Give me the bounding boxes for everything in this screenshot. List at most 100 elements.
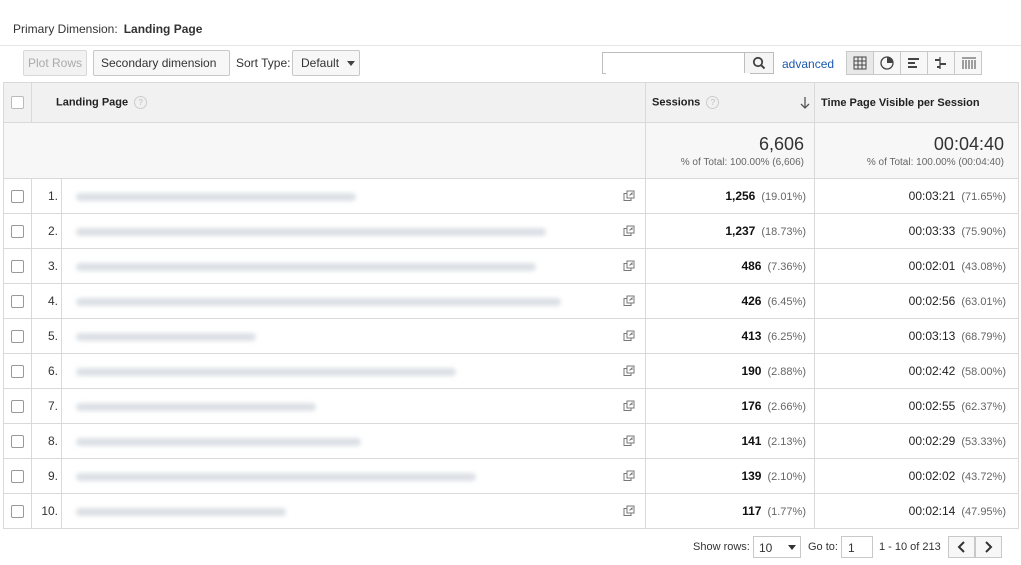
column-header-sessions[interactable]: Sessions?	[645, 82, 815, 123]
row-checkbox[interactable]	[11, 260, 24, 274]
row-checkbox[interactable]	[11, 470, 24, 484]
time-percent: (53.33%)	[961, 436, 1006, 448]
open-link-icon[interactable]	[623, 225, 635, 237]
view-switcher	[846, 51, 982, 75]
search-button[interactable]	[744, 53, 773, 73]
time-value: 00:03:33	[908, 224, 956, 238]
row-checkbox[interactable]	[11, 330, 24, 344]
open-link-icon[interactable]	[623, 295, 635, 307]
pivot-view-button[interactable]	[954, 51, 982, 75]
show-rows-select[interactable]: 10	[753, 536, 801, 558]
time-percent: (75.90%)	[961, 226, 1006, 238]
sessions-percent: (19.01%)	[761, 191, 806, 203]
open-link-icon[interactable]	[623, 190, 635, 202]
landing-page-cell	[61, 283, 646, 319]
landing-page-link[interactable]	[76, 262, 536, 271]
advanced-filter-link[interactable]: advanced	[782, 57, 834, 71]
total-time-value: 00:04:40	[933, 133, 1004, 154]
landing-page-cell	[61, 353, 646, 389]
time-cell: 00:03:33 (75.90%)	[814, 213, 1019, 249]
pivot-view-icon	[962, 57, 976, 69]
row-checkbox[interactable]	[11, 190, 24, 204]
sessions-percent: (6.25%)	[767, 331, 806, 343]
landing-page-cell	[61, 423, 646, 459]
time-cell: 00:02:56 (63.01%)	[814, 283, 1019, 319]
secondary-dimension-dropdown[interactable]: Secondary dimension	[93, 50, 230, 91]
table-row: 1. 1,256 (19.01%) 00:03:21 (71.65%)	[3, 178, 1019, 214]
sessions-cell: 413 (6.25%)	[645, 318, 815, 354]
sessions-percent: (18.73%)	[761, 226, 806, 238]
performance-view-button[interactable]	[900, 51, 928, 75]
open-link-icon[interactable]	[623, 260, 635, 272]
table-toolbar: Plot Rows Secondary dimension Sort Type:…	[0, 46, 1021, 91]
secondary-dimension-label: Secondary dimension	[101, 56, 217, 70]
landing-page-link[interactable]	[76, 227, 546, 236]
sessions-value: 486	[741, 259, 762, 273]
open-link-icon[interactable]	[623, 435, 635, 447]
landing-page-link[interactable]	[76, 472, 476, 481]
row-select-cell	[3, 213, 32, 249]
open-link-icon[interactable]	[623, 330, 635, 342]
landing-page-link[interactable]	[76, 367, 456, 376]
sessions-percent: (1.77%)	[767, 506, 806, 518]
sessions-cell: 190 (2.88%)	[645, 353, 815, 389]
help-icon[interactable]: ?	[706, 96, 720, 109]
time-cell: 00:02:01 (43.08%)	[814, 248, 1019, 284]
landing-page-link[interactable]	[76, 507, 286, 516]
table-row: 4. 426 (6.45%) 00:02:56 (63.01%)	[3, 283, 1019, 319]
sessions-percent: (2.66%)	[767, 401, 806, 413]
comparison-view-button[interactable]	[927, 51, 955, 75]
pie-view-icon	[880, 56, 894, 70]
sessions-percent: (7.36%)	[767, 261, 806, 273]
time-cell: 00:02:14 (47.95%)	[814, 493, 1019, 529]
search-input[interactable]	[606, 54, 750, 74]
row-checkbox[interactable]	[11, 400, 24, 414]
column-header-time-page-visible[interactable]: Time Page Visible per Session	[814, 82, 1019, 123]
chevron-down-icon	[347, 61, 356, 67]
column-header-landing-page[interactable]: Landing Page?	[31, 82, 646, 123]
row-number: 7.	[31, 388, 62, 424]
sessions-value: 190	[741, 364, 762, 378]
landing-page-cell	[61, 318, 646, 354]
time-cell: 00:02:55 (62.37%)	[814, 388, 1019, 424]
sort-descending-icon	[800, 97, 810, 109]
sort-type-dropdown[interactable]: Default	[292, 50, 360, 76]
help-icon[interactable]: ?	[134, 96, 148, 109]
goto-input[interactable]: 1	[841, 536, 873, 558]
total-sessions-percent: % of Total: 100.00% (6,606)	[680, 156, 804, 168]
row-checkbox[interactable]	[11, 435, 24, 449]
totals-empty-cell	[3, 122, 646, 179]
table-row: 9. 139 (2.10%) 00:02:02 (43.72%)	[3, 458, 1019, 494]
row-checkbox[interactable]	[11, 365, 24, 379]
landing-page-link[interactable]	[76, 437, 361, 446]
landing-page-cell	[61, 248, 646, 284]
chevron-down-icon	[788, 545, 796, 550]
select-all-checkbox[interactable]	[11, 96, 24, 109]
pie-view-button[interactable]	[873, 51, 901, 75]
next-page-button[interactable]	[975, 536, 1002, 558]
open-link-icon[interactable]	[623, 400, 635, 412]
time-value: 00:02:56	[908, 294, 956, 308]
landing-page-link[interactable]	[76, 332, 256, 341]
open-link-icon[interactable]	[623, 470, 635, 482]
row-select-cell	[3, 353, 32, 389]
landing-page-cell	[61, 388, 646, 424]
landing-page-link[interactable]	[76, 402, 316, 411]
landing-page-link[interactable]	[76, 192, 356, 201]
search-icon	[752, 56, 766, 70]
open-link-icon[interactable]	[623, 365, 635, 377]
landing-page-link[interactable]	[76, 297, 561, 306]
table-view-button[interactable]	[846, 51, 874, 75]
primary-dimension-value[interactable]: Landing Page	[124, 22, 203, 36]
time-value: 00:02:01	[908, 259, 956, 273]
open-link-icon[interactable]	[623, 505, 635, 517]
row-checkbox[interactable]	[11, 225, 24, 239]
row-checkbox[interactable]	[11, 295, 24, 309]
row-checkbox[interactable]	[11, 505, 24, 519]
plot-rows-button[interactable]: Plot Rows	[23, 50, 87, 76]
previous-page-button[interactable]	[948, 536, 975, 558]
time-value: 00:02:02	[908, 469, 956, 483]
time-cell: 00:02:29 (53.33%)	[814, 423, 1019, 459]
primary-dimension-label: Primary Dimension:	[13, 22, 118, 36]
goto-value: 1	[848, 541, 855, 555]
